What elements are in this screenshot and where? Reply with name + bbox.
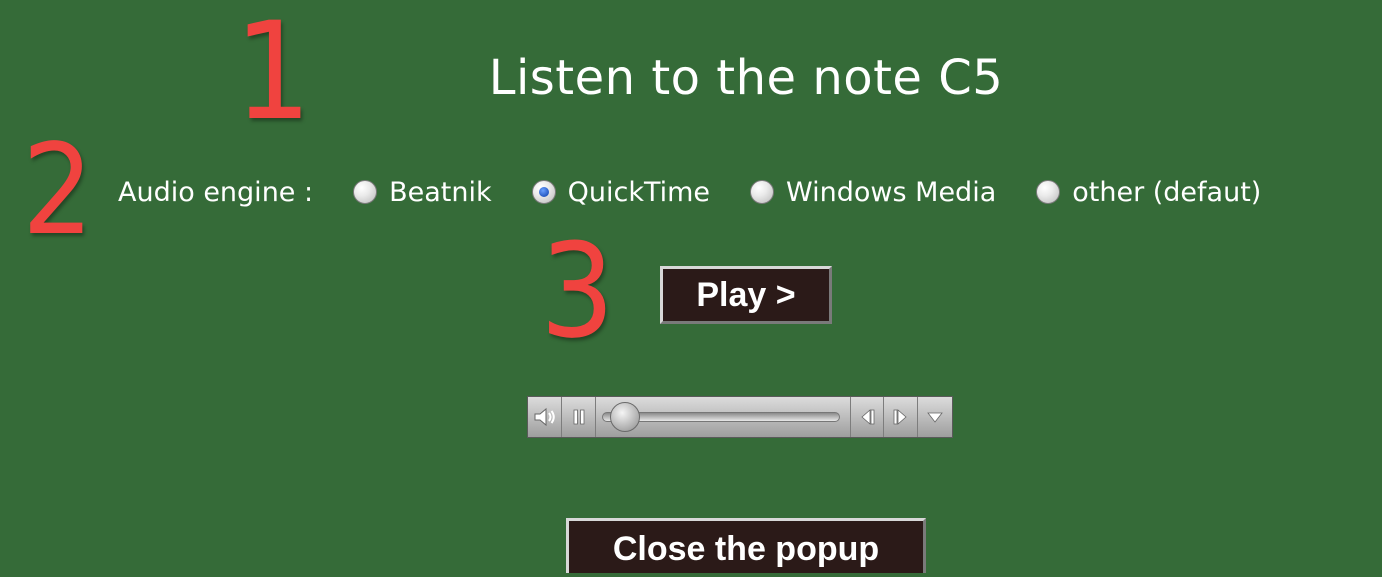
close-popup-button[interactable]: Close the popup [566,518,926,573]
radio-option-beatnik[interactable]: Beatnik [353,177,492,208]
radio-button-quicktime[interactable] [531,180,556,204]
step-forward-icon [893,409,907,425]
pause-button[interactable] [562,397,596,437]
radio-label-quicktime: QuickTime [567,176,711,208]
volume-icon [534,407,555,427]
radio-button-windows-media[interactable] [750,180,775,204]
pause-icon [573,409,584,425]
radio-label-windows-media: Windows Media [786,176,997,208]
seek-groove [602,402,840,432]
step-back-icon [861,409,875,425]
audio-player [527,396,953,438]
seek-track[interactable] [596,397,850,437]
radio-option-other[interactable]: other (defaut) [1036,177,1261,208]
audio-engine-label: Audio engine : [118,176,314,208]
menu-down-icon [927,412,943,423]
radio-option-quicktime[interactable]: QuickTime [531,176,711,208]
radio-option-windows-media[interactable]: Windows Media [750,177,996,208]
page-title: Listen to the note C5 [488,50,1004,106]
play-button[interactable]: Play > [660,266,832,324]
radio-button-other[interactable] [1036,180,1061,204]
annotation-number-2: 2 [21,118,94,263]
radio-label-other: other (defaut) [1072,176,1262,208]
radio-button-beatnik[interactable] [353,180,378,204]
annotation-number-3: 3 [540,215,615,367]
radio-label-beatnik: Beatnik [389,176,492,208]
audio-engine-selector: Audio engine : Beatnik QuickTime Windows… [118,172,1261,212]
step-forward-button[interactable] [884,397,918,437]
volume-button[interactable] [528,397,562,437]
seek-knob[interactable] [610,402,641,432]
step-back-button[interactable] [850,397,884,437]
menu-button[interactable] [918,397,952,437]
